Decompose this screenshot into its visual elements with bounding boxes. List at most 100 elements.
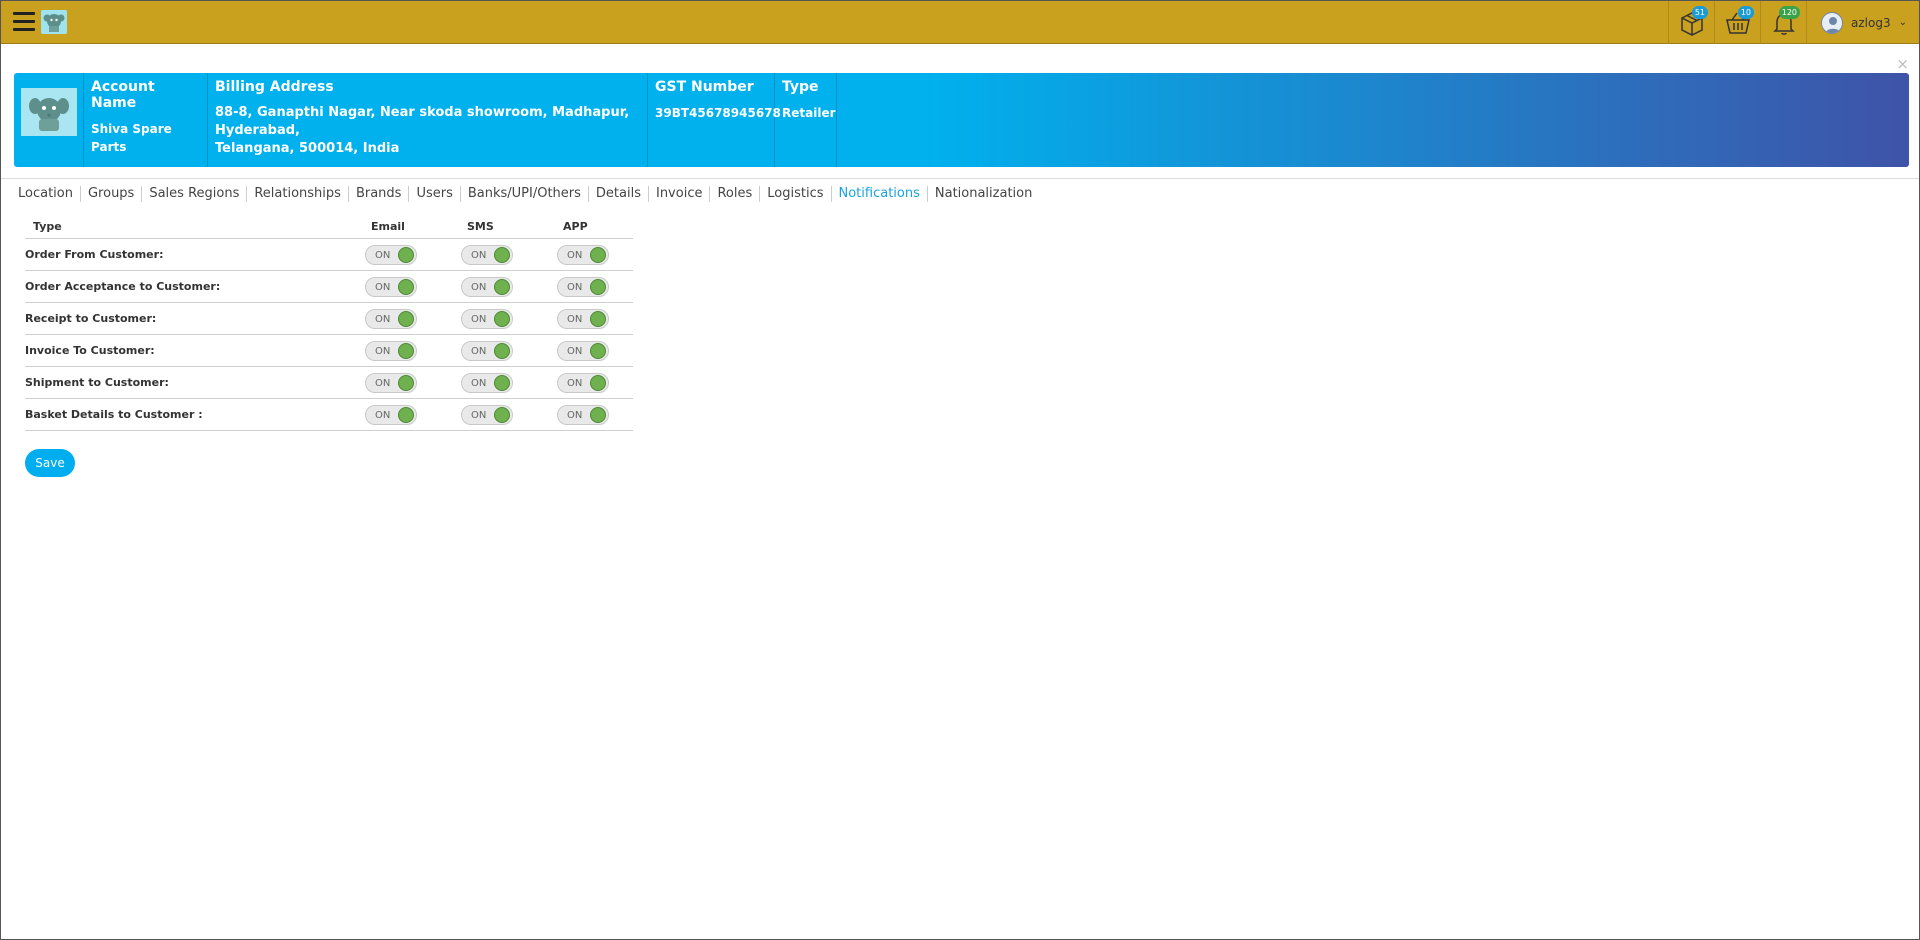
tab-roles[interactable]: Roles [709,186,759,202]
account-name-column: Account Name Shiva Spare Parts [84,73,208,167]
account-header: Account Name Shiva Spare Parts Billing A… [14,73,1909,167]
app-toggle[interactable]: ON [557,340,609,361]
toggle-label: ON [471,249,487,261]
billing-address-line2: Hyderabad, [215,123,300,138]
sms-toggle[interactable]: ON [461,340,513,361]
toggle-label: ON [567,409,583,421]
toggle-knob [494,406,510,423]
email-toggle[interactable]: ON [365,404,417,425]
sms-toggle[interactable]: ON [461,308,513,329]
toggle-label: ON [567,249,583,261]
toggle-label: ON [567,345,583,357]
toggle-knob [590,278,606,295]
user-menu[interactable]: azlog3 ⌄ [1806,1,1919,44]
tab-brands[interactable]: Brands [347,186,409,202]
account-logo [14,73,84,167]
toggle-knob [590,246,606,263]
type-label: Type [782,79,819,95]
app-toggle[interactable]: ON [557,404,609,425]
toggle-label: ON [375,313,391,325]
toggle-knob [590,342,606,359]
app-logo[interactable] [41,10,67,34]
app-toggle[interactable]: ON [557,308,609,329]
toggle-knob [398,342,414,359]
toggle-label: ON [375,377,391,389]
toggle-label: ON [375,409,391,421]
billing-address-label: Billing Address [215,79,334,95]
tab-users[interactable]: Users [408,186,459,202]
notifications-table: Type Email SMS APP Order From Customer: … [25,215,633,431]
header-sms: SMS [467,220,494,233]
table-header: Type Email SMS APP [25,215,633,239]
account-name-label: Account Name [91,79,155,111]
app-frame: 51 10 120 azlog3 ⌄ × Account Name Shiva … [0,0,1920,940]
row-type-label: Shipment to Customer: [25,376,169,389]
toggle-knob [590,406,606,423]
toggle-knob [590,374,606,391]
row-type-label: Receipt to Customer: [25,312,157,325]
toggle-knob [590,310,606,327]
top-right-actions: 51 10 120 azlog3 ⌄ [1668,1,1919,44]
tab-nationalization[interactable]: Nationalization [926,186,1039,202]
email-toggle[interactable]: ON [365,308,417,329]
table-row: Shipment to Customer: ON ON ON [25,367,633,399]
toggle-knob [398,310,414,327]
email-toggle[interactable]: ON [365,276,417,297]
tab-banks[interactable]: Banks/UPI/Others [459,186,588,202]
toggle-knob [494,374,510,391]
tab-notifications[interactable]: Notifications [830,186,927,202]
sms-toggle[interactable]: ON [461,404,513,425]
toggle-label: ON [567,281,583,293]
toggle-label: ON [471,345,487,357]
table-row: Order Acceptance to Customer: ON ON ON [25,271,633,303]
section-divider [1,178,1919,179]
username: azlog3 [1851,15,1891,30]
products-button[interactable]: 51 [1668,1,1714,44]
basket-button[interactable]: 10 [1714,1,1760,44]
toggle-knob [398,374,414,391]
notifications-button[interactable]: 120 [1760,1,1806,44]
basket-badge: 10 [1737,6,1755,19]
header-type: Type [33,220,62,233]
tab-groups[interactable]: Groups [79,186,141,202]
tab-invoice[interactable]: Invoice [647,186,709,202]
account-name-value: Shiva Spare Parts [91,122,172,154]
tab-location[interactable]: Location [11,186,80,202]
billing-address-line3: Telangana, 500014, India [215,141,400,156]
sms-toggle[interactable]: ON [461,372,513,393]
app-toggle[interactable]: ON [557,276,609,297]
toggle-label: ON [471,377,487,389]
type-value: Retailer [782,106,836,120]
table-row: Order From Customer: ON ON ON [25,239,633,271]
toggle-label: ON [375,345,391,357]
toggle-label: ON [471,409,487,421]
chevron-down-icon: ⌄ [1898,17,1907,28]
toggle-label: ON [567,313,583,325]
type-column: Type Retailer [775,73,837,167]
row-type-label: Order From Customer: [25,248,164,261]
app-toggle[interactable]: ON [557,244,609,265]
gst-column: GST Number 39BT45678945678 [648,73,781,167]
table-row: Invoice To Customer: ON ON ON [25,335,633,367]
save-button[interactable]: Save [25,449,75,477]
billing-address-line1: 88-8, Ganapthi Nagar, Near skoda showroo… [215,105,630,120]
email-toggle[interactable]: ON [365,244,417,265]
tab-sales-regions[interactable]: Sales Regions [141,186,246,202]
close-icon[interactable]: × [1896,55,1909,73]
toggle-label: ON [375,249,391,261]
app-toggle[interactable]: ON [557,372,609,393]
email-toggle[interactable]: ON [365,340,417,361]
toggle-knob [494,310,510,327]
tab-relationships[interactable]: Relationships [246,186,348,202]
sms-toggle[interactable]: ON [461,276,513,297]
row-type-label: Order Acceptance to Customer: [25,280,221,293]
menu-icon[interactable] [13,12,35,32]
header-email: Email [371,220,405,233]
tab-logistics[interactable]: Logistics [759,186,830,202]
sms-toggle[interactable]: ON [461,244,513,265]
notifications-badge: 120 [1778,6,1801,19]
gst-value: 39BT45678945678 [655,106,781,120]
email-toggle[interactable]: ON [365,372,417,393]
tab-details[interactable]: Details [587,186,648,202]
toggle-knob [494,278,510,295]
